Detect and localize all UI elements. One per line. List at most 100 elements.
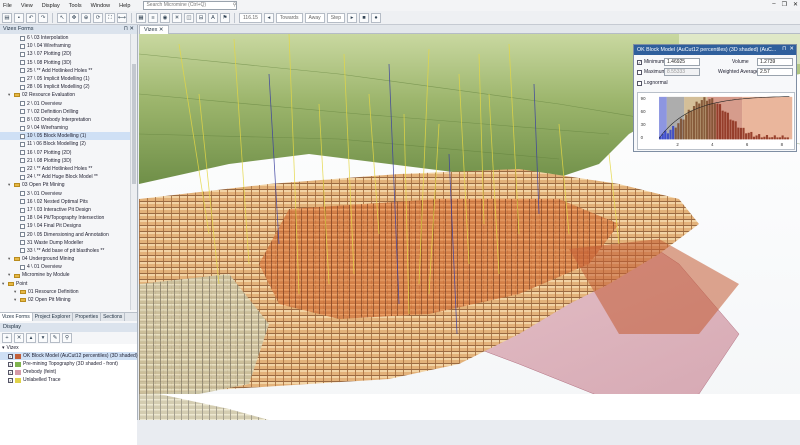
tree-form-item[interactable]: 20 \ 05 Dimensioning and Annotation — [0, 231, 130, 239]
weighted-average-input[interactable]: 2.57 — [757, 68, 793, 76]
close-icon[interactable]: ✕ — [793, 1, 798, 8]
pin-close-icon[interactable]: ⊓ ✕ — [124, 25, 134, 34]
tab-properties[interactable]: Properties — [73, 313, 102, 321]
maximum-checkbox[interactable] — [637, 69, 642, 75]
tree-form-item[interactable]: 8 \ 03 Orebody Interpretation — [0, 116, 130, 124]
display-layer-item[interactable]: ✓ Orebody (feint) — [0, 368, 137, 376]
panel-close-icon[interactable]: ✕ — [789, 46, 794, 52]
edit-layer-icon[interactable]: ✎ — [50, 333, 60, 343]
rotate-icon[interactable]: ⟳ — [93, 12, 103, 23]
away-select[interactable]: Away — [304, 12, 325, 23]
grade-histogram[interactable]: 90 60 30 0 2 4 6 8 — [637, 92, 795, 150]
tree-form-item[interactable]: 16 \ 02 Nested Optimal Pits — [0, 198, 130, 206]
expand-toggle-icon[interactable]: ▾ — [8, 91, 13, 99]
expand-toggle-icon[interactable]: ▾ — [8, 181, 13, 189]
layer-visibility-checkbox[interactable]: ✓ — [8, 353, 13, 359]
stop-icon[interactable]: ■ — [358, 12, 369, 23]
search-input[interactable]: Search Micromine (Ctrl+Q) ⚲ — [143, 1, 238, 10]
tree-form-item[interactable]: 27 \ 05 Implicit Modelling (1) — [0, 75, 130, 83]
tree-form-item[interactable]: 7 \ 02 Definition Drilling — [0, 108, 130, 116]
tree-form-item[interactable]: 15 \ 08 Plotting (3D) — [0, 59, 130, 67]
label-icon[interactable]: A — [208, 12, 218, 23]
measure-icon[interactable]: ⟷ — [117, 12, 127, 23]
tree-form-item[interactable]: 17 \ 03 Interactive Pit Design — [0, 206, 130, 214]
tree-form-item[interactable]: 18 \ 04 Pit/Topography Intersection — [0, 214, 130, 222]
layers-icon[interactable]: ≡ — [148, 12, 158, 23]
menu-view[interactable]: View — [21, 3, 33, 9]
scrollbar-thumb[interactable] — [132, 64, 136, 184]
layer-visibility-checkbox[interactable]: ✓ — [8, 369, 13, 375]
open-icon[interactable]: ▤ — [2, 12, 12, 23]
tree-form-item[interactable]: 31 Waste Dump Modeller — [0, 239, 130, 247]
tree-folder[interactable]: ▾ 02 Resource Evaluation — [0, 91, 130, 99]
move-down-icon[interactable]: ▾ — [38, 333, 48, 343]
zoom-icon[interactable]: ⊕ — [81, 12, 91, 23]
zoom-field[interactable]: 116.15 — [239, 12, 262, 23]
grid-icon[interactable]: ▦ — [136, 12, 146, 23]
camera-icon[interactable]: ◉ — [160, 12, 170, 23]
tab-vizex[interactable]: Vizex ✕ — [139, 25, 169, 34]
tree-form-item[interactable]: 21 \ 08 Plotting (3D) — [0, 157, 130, 165]
expand-toggle-icon[interactable]: ▾ — [8, 255, 13, 263]
menu-display[interactable]: Display — [42, 3, 60, 9]
expand-toggle-icon[interactable]: ▾ — [14, 296, 19, 304]
tree-folder[interactable]: ▾ Micromine by Module — [0, 271, 130, 279]
minimize-icon[interactable]: – — [772, 1, 775, 8]
move-up-icon[interactable]: ▴ — [26, 333, 36, 343]
save-icon[interactable]: ▪ — [14, 12, 24, 23]
expand-toggle-icon[interactable]: ▾ — [8, 271, 13, 279]
expand-toggle-icon[interactable]: ▾ — [2, 344, 5, 352]
display-layer-item[interactable]: ✓ Pre-mining Topography (3D shaded - fron… — [0, 360, 137, 368]
tree-form-item[interactable]: 28 \ 06 Implicit Modelling (2) — [0, 83, 130, 91]
maximum-input[interactable]: 8.55333 — [664, 68, 700, 76]
display-layer-item[interactable]: ✓ OK Block Model (AuCut12 percentiles) (3… — [0, 352, 138, 360]
tree-folder[interactable]: ▾ 02 Open Pit Mining — [0, 296, 130, 304]
filter-icon[interactable]: ⚑ — [220, 12, 230, 23]
menu-tools[interactable]: Tools — [69, 3, 82, 9]
tab-project-explorer[interactable]: Project Explorer — [33, 313, 74, 321]
tree-folder[interactable]: ▾ 03 Open Pit Mining — [0, 181, 130, 189]
tab-sections[interactable]: Sections — [101, 313, 126, 321]
light-icon[interactable]: ☀ — [172, 12, 182, 23]
menu-window[interactable]: Window — [91, 3, 111, 9]
pan-icon[interactable]: ✥ — [69, 12, 79, 23]
minimum-checkbox[interactable]: ✓ — [637, 59, 642, 65]
tree-folder[interactable]: ▾ 01 Resource Definition — [0, 288, 130, 296]
towards-select[interactable]: Towards — [275, 12, 303, 23]
tree-scrollbar[interactable] — [130, 34, 137, 310]
panel-pin-icon[interactable]: ⊓ — [782, 46, 786, 52]
layer-visibility-checkbox[interactable]: ✓ — [8, 361, 13, 367]
clip-icon[interactable]: ◫ — [184, 12, 194, 23]
expand-toggle-icon[interactable]: ▾ — [2, 280, 7, 288]
undo-icon[interactable]: ↶ — [26, 12, 36, 23]
section-icon[interactable]: ⊟ — [196, 12, 206, 23]
tree-form-item[interactable]: 10 \ 04 Wireframing — [0, 42, 130, 50]
tree-form-item[interactable]: 24 \ ** Add Huge Block Model ** — [0, 173, 130, 181]
tab-vizex-forms[interactable]: Vizex Forms — [0, 313, 33, 321]
tree-folder[interactable]: ▾ Point — [0, 280, 130, 288]
add-layer-icon[interactable]: + — [2, 333, 12, 343]
tree-form-item[interactable]: 6 \ 03 Interpolation — [0, 34, 130, 42]
tree-form-item[interactable]: 2 \ 01 Overview — [0, 100, 130, 108]
restore-icon[interactable]: ❐ — [782, 1, 787, 8]
select-icon[interactable]: ↖ — [57, 12, 67, 23]
volume-input[interactable]: 1.2739 — [757, 58, 793, 66]
tree-form-item[interactable]: 19 \ 04 Final Pit Designs — [0, 222, 130, 230]
record-icon[interactable]: ● — [370, 12, 381, 23]
lognormal-checkbox[interactable] — [637, 80, 642, 86]
search-layer-icon[interactable]: ⚲ — [62, 333, 72, 343]
tree-form-item[interactable]: 4 \ 01 Overview — [0, 263, 130, 271]
redo-icon[interactable]: ↷ — [38, 12, 48, 23]
step-select[interactable]: Step — [326, 12, 345, 23]
tree-form-item[interactable]: 9 \ 04 Wireframing — [0, 124, 130, 132]
menu-file[interactable]: File — [3, 3, 12, 9]
display-layer-item[interactable]: ✓ Unlabelled Trace — [0, 376, 137, 384]
tree-form-item[interactable]: 10 \ 05 Block Modelling (1) — [0, 132, 130, 141]
tree-form-item[interactable]: 11 \ 06 Block Modelling (2) — [0, 140, 130, 148]
tree-form-item[interactable]: 25 \ ** Add Hotlinked Holes ** — [0, 67, 130, 75]
layer-visibility-checkbox[interactable]: ✓ — [8, 377, 13, 383]
tree-form-item[interactable]: 16 \ 07 Plotting (2D) — [0, 149, 130, 157]
tree-form-item[interactable]: 33 \ ** Add base of pit blastholes ** — [0, 247, 130, 255]
tree-form-item[interactable]: 13 \ 07 Plotting (2D) — [0, 50, 130, 58]
block-stats-panel[interactable]: OK Block Model (AuCut12 percentiles) (3D… — [633, 44, 797, 152]
